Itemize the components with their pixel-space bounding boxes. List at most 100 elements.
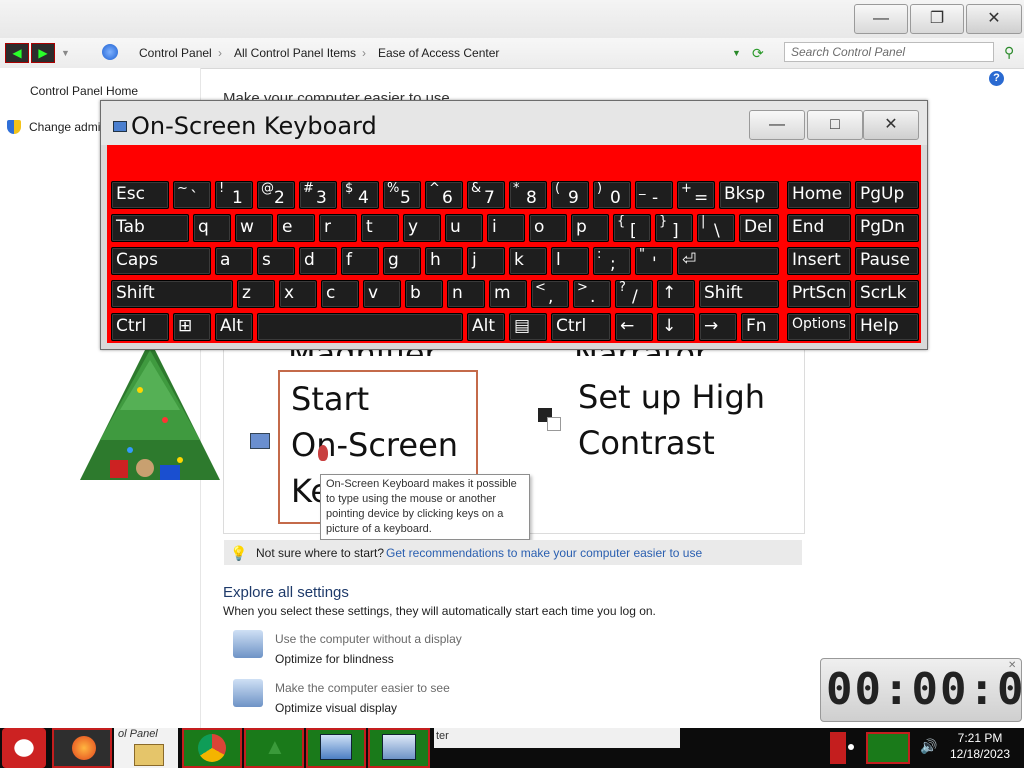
key-sym3-0[interactable]: :; [593, 247, 631, 275]
key-m[interactable]: m [489, 280, 527, 308]
search-icon[interactable]: ⚲ [1004, 44, 1014, 61]
back-button[interactable]: ◀ [5, 43, 29, 63]
key-j[interactable]: j [467, 247, 505, 275]
key-ctrl-left[interactable]: Ctrl [111, 313, 169, 341]
breadcrumb-separator[interactable]: › [362, 46, 366, 60]
key-num-4[interactable]: $4 [341, 181, 379, 209]
tray-network-icon[interactable] [866, 732, 910, 764]
key-insert[interactable]: Insert [787, 247, 851, 275]
key-ctrl-right[interactable]: Ctrl [551, 313, 611, 341]
key-a[interactable]: a [215, 247, 253, 275]
key-k[interactable]: k [509, 247, 547, 275]
key-sym2-1[interactable]: }] [655, 214, 693, 242]
restore-button[interactable]: ❐ [910, 4, 964, 34]
key-g[interactable]: g [383, 247, 421, 275]
key-f[interactable]: f [341, 247, 379, 275]
key-sym4-2[interactable]: ? / [615, 280, 653, 308]
key-z[interactable]: z [237, 280, 275, 308]
key-space[interactable] [257, 313, 463, 341]
osk-close-button[interactable]: ✕ [863, 110, 919, 140]
key-v[interactable]: v [363, 280, 401, 308]
key-n[interactable]: n [447, 280, 485, 308]
clock-date[interactable]: 12/18/2023 [946, 747, 1014, 761]
clock-time[interactable]: 7:21 PM [950, 731, 1010, 745]
search-input[interactable]: Search Control Panel [784, 42, 994, 62]
key-shift-left[interactable]: Shift [111, 280, 233, 308]
high-contrast-line2[interactable]: Contrast [578, 424, 715, 462]
key-arrow-down[interactable]: ↓ [657, 313, 695, 341]
key-q[interactable]: q [193, 214, 231, 242]
taskbar-window-preview[interactable] [434, 728, 680, 748]
key-alt-left[interactable]: Alt [215, 313, 253, 341]
osk-maximize-button[interactable]: □ [807, 110, 863, 140]
key-num-1[interactable]: ! 1 [215, 181, 253, 209]
key-end[interactable]: End [787, 214, 851, 242]
key-pause[interactable]: Pause [855, 247, 919, 275]
key-backspace[interactable]: Bksp [719, 181, 779, 209]
key-num-6[interactable]: ^ 6 [425, 181, 463, 209]
key-sym2-0[interactable]: {[ [613, 214, 651, 242]
key-r[interactable]: r [319, 214, 357, 242]
key-i[interactable]: i [487, 214, 525, 242]
key-enter[interactable]: ⏎ [677, 247, 779, 275]
minimize-button[interactable]: — [854, 4, 908, 34]
breadcrumb-all-items[interactable]: All Control Panel Items [234, 46, 356, 60]
key-esc[interactable]: Esc [111, 181, 169, 209]
key-num-12[interactable]: + = [677, 181, 715, 209]
key-num-7[interactable]: & 7 [467, 181, 505, 209]
osk-minimize-button[interactable]: — [749, 110, 805, 140]
key-shift-right[interactable]: Shift [699, 280, 779, 308]
key-num-0[interactable]: ~ ` [173, 181, 211, 209]
high-contrast-line1[interactable]: Set up High [578, 378, 765, 416]
key-help[interactable]: Help [855, 313, 919, 341]
key-y[interactable]: y [403, 214, 441, 242]
optimize-blindness-link[interactable]: Optimize for blindness [275, 652, 394, 666]
key-num-11[interactable]: _ - [635, 181, 673, 209]
address-dropdown-icon[interactable]: ▼ [732, 48, 741, 58]
key-x[interactable]: x [279, 280, 317, 308]
key-fn[interactable]: Fn [741, 313, 779, 341]
key-c[interactable]: c [321, 280, 359, 308]
refresh-icon[interactable]: ⟳ [752, 45, 764, 62]
forward-button[interactable]: ▶ [31, 43, 55, 63]
key-arrow-right[interactable]: → [699, 313, 737, 341]
help-icon[interactable]: ? [989, 71, 1004, 86]
key-caps[interactable]: Caps [111, 247, 211, 275]
key-b[interactable]: b [405, 280, 443, 308]
key-num-9[interactable]: (9 [551, 181, 589, 209]
key-sym2-2[interactable]: | \ [697, 214, 735, 242]
optimize-visual-link[interactable]: Optimize visual display [275, 701, 397, 715]
key-pgup[interactable]: PgUp [855, 181, 919, 209]
key-d[interactable]: d [299, 247, 337, 275]
key-sym3-1[interactable]: " ' [635, 247, 673, 275]
key-scrlk[interactable]: ScrLk [855, 280, 919, 308]
key-arrow-up[interactable]: ↑ [657, 280, 695, 308]
key-prtscn[interactable]: PrtScn [787, 280, 851, 308]
key-p[interactable]: p [571, 214, 609, 242]
start-button-icon[interactable] [2, 728, 46, 768]
key-e[interactable]: e [277, 214, 315, 242]
key-num-2[interactable]: @2 [257, 181, 295, 209]
volume-icon[interactable]: 🔊 [920, 738, 937, 755]
change-admin-link[interactable]: Change admi [29, 120, 100, 134]
key-options[interactable]: Options [787, 313, 851, 341]
key-t[interactable]: t [361, 214, 399, 242]
close-button[interactable]: ✕ [966, 4, 1022, 34]
key-menu[interactable]: ▤ [509, 313, 547, 341]
key-delete[interactable]: Del [739, 214, 779, 242]
key-o[interactable]: o [529, 214, 567, 242]
timer-close-icon[interactable]: ✕ [1008, 660, 1016, 671]
key-sym4-0[interactable]: <, [531, 280, 569, 308]
key-num-3[interactable]: #3 [299, 181, 337, 209]
start-osk-line1[interactable]: Start [291, 380, 369, 418]
start-osk-line2[interactable]: On-Screen [291, 426, 458, 464]
key-w[interactable]: w [235, 214, 273, 242]
recommendations-link[interactable]: Get recommendations to make your compute… [386, 546, 702, 560]
key-windows[interactable]: ⊞ [173, 313, 211, 341]
key-sym4-1[interactable]: >. [573, 280, 611, 308]
breadcrumb-ease-of-access[interactable]: Ease of Access Center [378, 46, 499, 60]
key-num-8[interactable]: * 8 [509, 181, 547, 209]
key-home[interactable]: Home [787, 181, 851, 209]
key-num-10[interactable]: ) 0 [593, 181, 631, 209]
control-panel-home-link[interactable]: Control Panel Home [30, 84, 138, 98]
